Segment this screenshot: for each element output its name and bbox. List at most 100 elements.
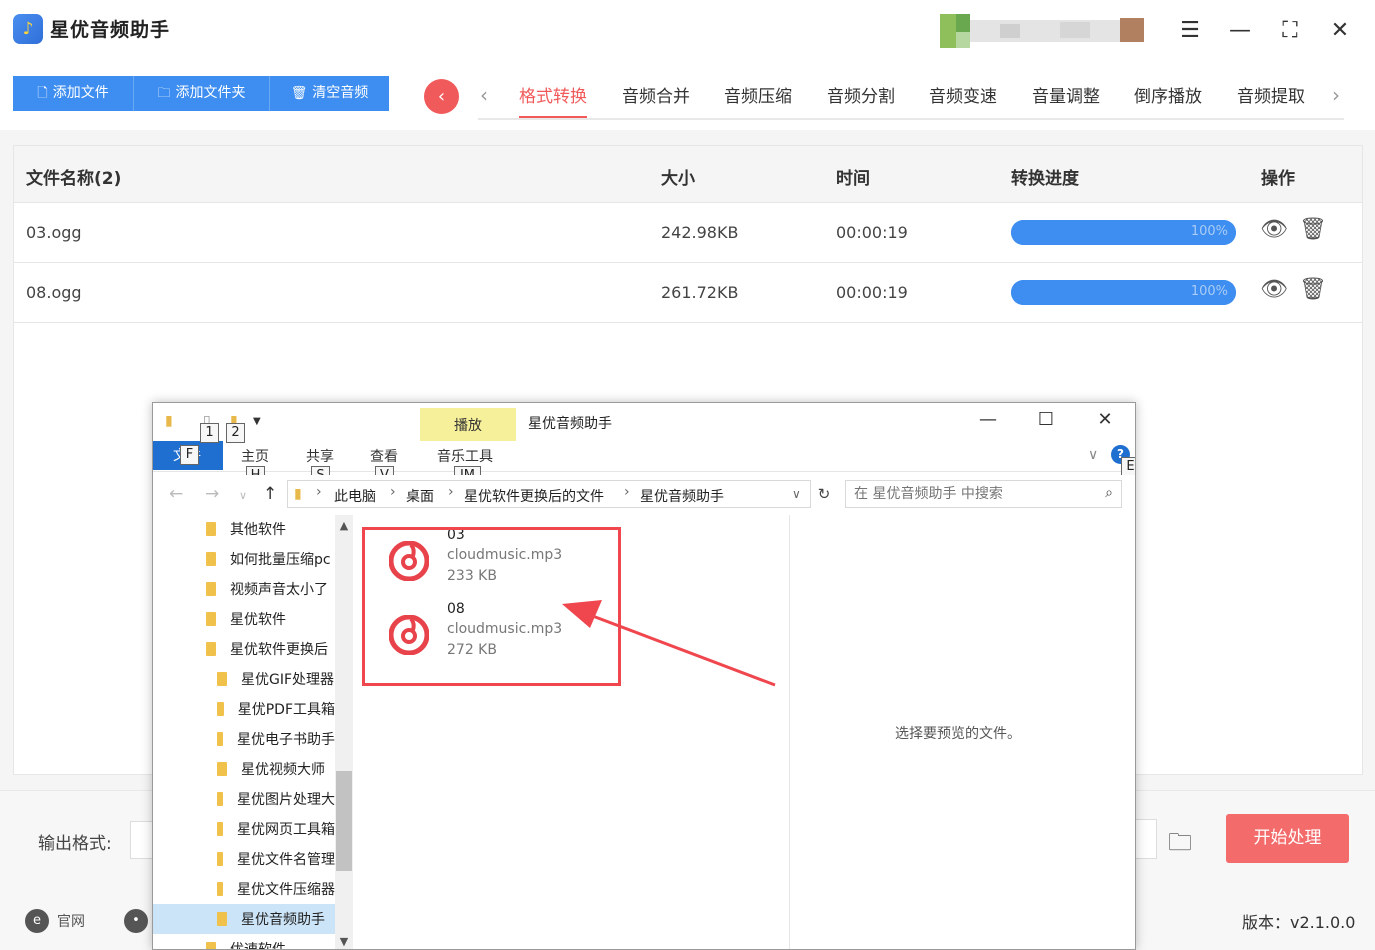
nav-tree-label: 视频声音太小了 [230,582,328,598]
app-title: 星优音频助手 [50,19,171,41]
fullscreen-icon[interactable]: ⛶ [1276,17,1304,45]
breadcrumb-separator-icon[interactable]: › [448,484,454,500]
header-progress: 转换进度 [1011,169,1079,189]
breadcrumb-this-pc[interactable]: 此电脑 [334,486,376,506]
nav-tree-item[interactable]: 星优网页工具箱 [153,814,335,844]
nav-tree-item[interactable]: 视频声音太小了 [153,574,335,604]
output-format-label: 输出格式: [38,834,112,854]
breadcrumb-separator-icon[interactable]: › [390,484,396,500]
search-box[interactable]: ⌕ [845,480,1122,508]
settings-sliders-icon[interactable]: ☰ [1176,17,1204,45]
nav-tree-label: 星优GIF处理器 [241,672,335,688]
folder-quick-icon[interactable]: ▮ [165,413,173,429]
breadcrumb-audio-helper[interactable]: 星优音频助手 [640,486,724,506]
breadcrumb-desktop[interactable]: 桌面 [406,486,434,506]
eye-preview-icon[interactable]: 👁 [1260,217,1288,242]
nav-tree-label: 星优软件 [230,612,286,628]
scroll-up-icon[interactable]: ▲ [335,519,353,532]
minimize-icon[interactable]: — [1226,17,1254,45]
row-file-size: 261.72KB [661,283,739,302]
breadcrumb-renamed-files[interactable]: 星优软件更换后的文件 [464,486,604,506]
breadcrumb-separator-icon[interactable]: › [624,484,630,500]
close-icon[interactable]: ✕ [1326,17,1354,45]
table-row[interactable]: 08.ogg 261.72KB 00:00:19 100% 👁 🗑 [14,263,1362,323]
preview-pane: 选择要预览的文件。 [789,515,1135,949]
ribbon-tab-view[interactable]: 查看 [370,446,398,466]
nav-tree-item[interactable]: 如何批量压缩pc [153,544,335,574]
clear-audio-button[interactable]: 🗑 清空音频 [270,76,389,111]
ribbon-collapse-chevron-icon[interactable]: ∨ [1088,447,1098,463]
recent-dropdown-icon[interactable]: ∨ [239,489,247,502]
open-folder-icon[interactable]: 🗀 [1168,825,1192,866]
keytip-2: 2 [226,423,245,443]
tab-audio-speed[interactable]: 音频变速 [929,82,997,118]
nav-tree-item[interactable]: 星优音频助手 [153,904,335,934]
nav-tree-item[interactable]: 其他软件 [153,515,335,544]
keytip-f: F [180,445,199,465]
refresh-icon[interactable]: ↻ [813,480,835,508]
explorer-maximize-icon[interactable]: ☐ [1026,409,1066,430]
navigation-scrollbar[interactable] [335,515,353,949]
explorer-close-icon[interactable]: ✕ [1085,409,1125,430]
conversion-progress-bar: 100% [1011,220,1236,245]
tab-audio-merge[interactable]: 音频合并 [622,82,690,118]
search-input[interactable] [854,485,1094,503]
scroll-down-icon[interactable]: ▼ [335,935,353,948]
back-arrow-icon[interactable]: ← [169,484,183,504]
address-row: ← → ∨ ↑ ▮ › 此电脑 › 桌面 › 星优软件更换后的文件 › 星优音频… [153,475,1135,513]
ribbon-tab-share[interactable]: 共享 [306,446,334,466]
chevron-left-icon: ‹ [437,86,446,107]
folder-icon [206,642,216,656]
address-bar[interactable]: ▮ › 此电脑 › 桌面 › 星优软件更换后的文件 › 星优音频助手 ∨ [287,480,811,508]
file-button-group: 🗋 添加文件 🗀 添加文件夹 🗑 清空音频 [13,76,389,111]
nav-tree-item[interactable]: 星优软件 [153,604,335,634]
breadcrumb-separator-icon[interactable]: › [316,484,322,500]
folder-icon [217,852,223,866]
ribbon-tab-music-tools[interactable]: 音乐工具 [437,446,493,466]
nav-tree-item[interactable]: 优速软件 [153,934,335,949]
nav-tree-item[interactable]: 星优文件压缩器 [153,874,335,904]
eye-preview-icon[interactable]: 👁 [1260,277,1288,302]
trash-icon[interactable]: 🗑 [1299,277,1327,302]
quick-access-dropdown-icon[interactable]: ▼ [253,416,261,427]
scrollbar-thumb[interactable] [336,771,352,871]
nav-tree-item[interactable]: 星优PDF工具箱 [153,694,335,724]
function-tabs: 格式转换 音频合并 音频压缩 音频分割 音频变速 音量调整 倒序播放 音频提取 [478,80,1344,120]
tab-volume-adjust[interactable]: 音量调整 [1032,82,1100,118]
explorer-ribbon: 文件 主页 共享 查看 音乐工具 [153,441,1135,472]
add-folder-button[interactable]: 🗀 添加文件夹 [134,76,270,111]
nav-tree-item[interactable]: 星优文件名管理 [153,844,335,874]
tab-audio-extract[interactable]: 音频提取 [1237,82,1305,118]
add-file-button[interactable]: 🗋 添加文件 [13,76,134,111]
collapse-back-button[interactable]: ‹ [424,79,459,114]
play-context-tab[interactable]: 播放 [420,408,516,441]
tab-format-convert[interactable]: 格式转换 [519,82,587,118]
up-arrow-icon[interactable]: ↑ [263,484,277,504]
explorer-minimize-icon[interactable]: — [968,409,1008,430]
folder-icon [217,732,223,746]
header-file-name: 文件名称(2) [26,169,122,189]
website-link[interactable]: e 官网 [25,909,85,933]
nav-tree-label: 星优PDF工具箱 [237,702,335,718]
nav-tree-item[interactable]: 星优GIF处理器 [153,664,335,694]
nav-tree-item[interactable]: 星优图片处理大 [153,784,335,814]
header-size: 大小 [661,169,695,189]
nav-tree-label: 星优视频大师 [241,762,325,778]
table-row[interactable]: 03.ogg 242.98KB 00:00:19 100% 👁 🗑 [14,203,1362,263]
nav-tree-item[interactable]: 星优软件更换后 [153,634,335,664]
user-avatar[interactable] [940,14,1155,48]
tabs-next-arrow-icon[interactable]: › [1332,83,1340,107]
trash-icon[interactable]: 🗑 [1299,217,1327,242]
address-dropdown-icon[interactable]: ∨ [792,487,801,501]
row-file-name: 03.ogg [26,223,82,242]
folder-icon [217,882,223,896]
nav-tree-item[interactable]: 星优电子书助手 [153,724,335,754]
start-processing-button[interactable]: 开始处理 [1226,814,1349,863]
tab-reverse-play[interactable]: 倒序播放 [1134,82,1202,118]
ribbon-tab-home[interactable]: 主页 [241,446,269,466]
tab-audio-compress[interactable]: 音频压缩 [724,82,792,118]
nav-tree-item[interactable]: 星优视频大师 [153,754,335,784]
tab-audio-split[interactable]: 音频分割 [827,82,895,118]
progress-label: 100% [1190,224,1228,239]
forward-arrow-icon[interactable]: → [205,484,219,504]
